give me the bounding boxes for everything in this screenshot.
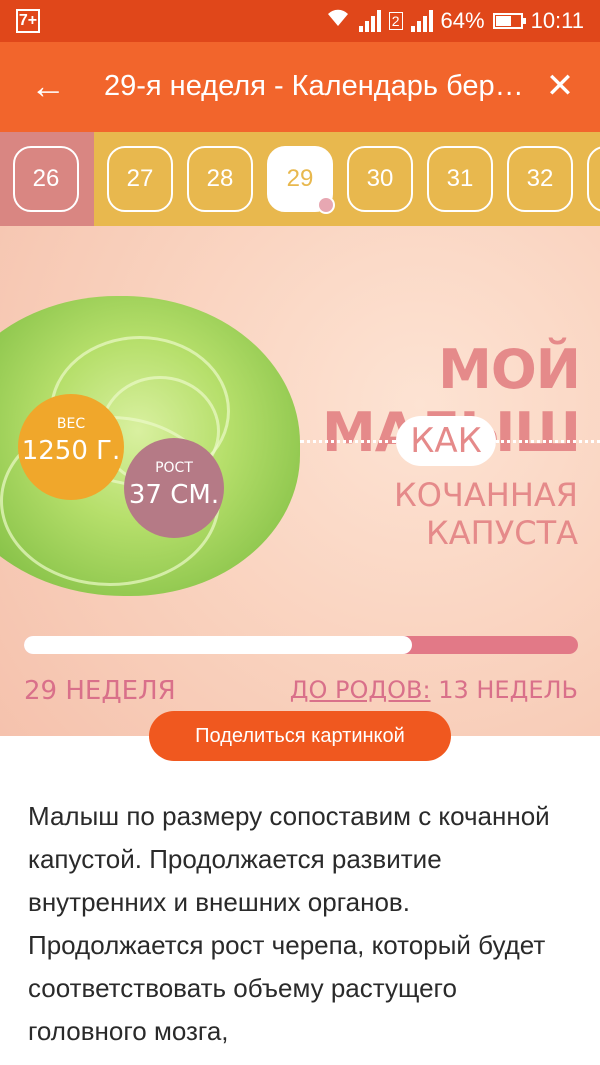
week-button-26[interactable]: 26 [13,146,79,212]
signal-sim2-icon [410,10,433,32]
wifi-icon [325,8,351,34]
share-image-button[interactable]: Поделиться картинкой [149,711,451,761]
week-button-27[interactable]: 27 [107,146,173,212]
page-title: 29-я неделя - Календарь беременности [104,70,524,102]
week-button-33-partial[interactable] [587,146,600,212]
status-icons: 2 64% 10:11 [325,8,584,34]
week-description: Малыш по размеру сопоставим с кочанной к… [28,801,550,1046]
close-icon[interactable]: ✕ [540,66,580,106]
week-selector: 26 27 28 29 30 31 32 [0,132,600,226]
battery-percent: 64% [440,8,485,33]
current-week-label: 29 НЕДЕЛЯ [24,676,176,706]
hero-image: ВЕС 1250 Г. РОСТ 37 СМ. МОЙ МАЛЫШ КАК КО… [0,226,600,736]
remaining-prefix: ДО РОДОВ: [289,676,431,704]
notification-app-icon: 7+ [16,9,40,33]
remaining-weeks: ДО РОДОВ: 13 НЕДЕЛЬ [290,676,578,704]
pregnancy-progress-bar [24,636,578,654]
clock: 10:11 [530,8,584,33]
week-button-28[interactable]: 28 [187,146,253,212]
signal-sim1-icon [358,10,381,32]
dotted-line-right [496,440,600,443]
hero-subhead: КОЧАННАЯ КАПУСТА [394,476,578,552]
dotted-line-left [300,440,396,443]
week-button-29-active[interactable]: 29 [267,146,335,214]
kak-pill: КАК [396,416,496,466]
week-button-31[interactable]: 31 [427,146,493,212]
week-number: 29 [286,165,314,192]
sim2-label: 2 [388,12,403,30]
status-bar: 7+ 2 64% 10:11 [0,0,600,42]
weight-badge: ВЕС 1250 Г. [18,394,124,500]
weight-value: 1250 Г. [21,436,121,466]
current-week-marker-icon [317,196,335,214]
week-button-30[interactable]: 30 [347,146,413,212]
progress-fill [24,636,412,654]
height-label: РОСТ [155,460,193,476]
weight-label: ВЕС [56,416,86,432]
height-value: 37 СМ. [128,480,220,510]
week-button-32[interactable]: 32 [507,146,573,212]
remaining-value: 13 НЕДЕЛЬ [438,676,578,704]
app-bar: ← 29-я неделя - Календарь беременности ✕ [0,42,600,132]
height-badge: РОСТ 37 СМ. [124,438,224,538]
back-arrow-icon[interactable]: ← [28,66,68,106]
battery-icon [492,13,526,29]
